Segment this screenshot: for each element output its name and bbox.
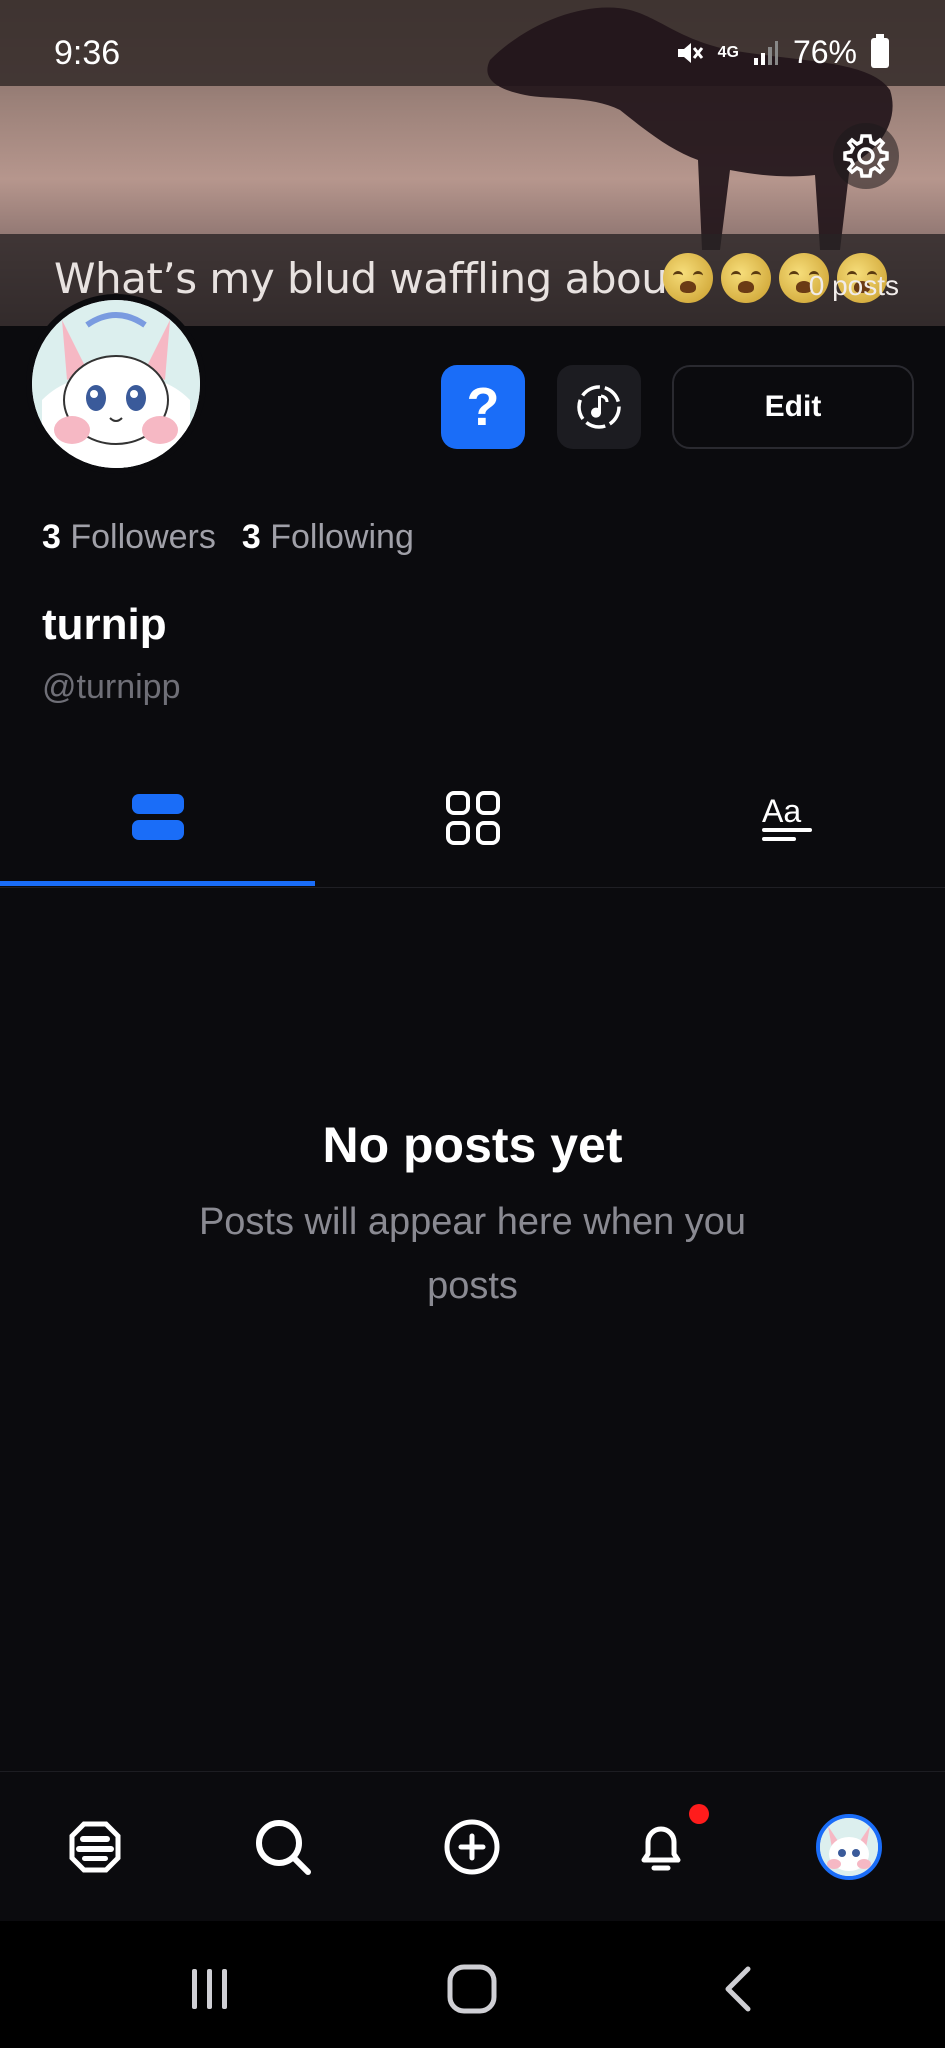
recent-apps-button[interactable] xyxy=(180,1959,240,2019)
notification-badge xyxy=(689,1804,709,1824)
back-chevron-icon xyxy=(725,1966,751,2012)
search-icon xyxy=(256,1820,311,1875)
gear-icon xyxy=(843,134,889,178)
battery-icon xyxy=(871,33,889,68)
empty-state-subtitle: Posts will appear here when you posts xyxy=(198,1201,747,1307)
nav-create[interactable] xyxy=(439,1814,505,1880)
followers-label: Followers xyxy=(70,518,216,556)
tab-text-posts[interactable]: Aa xyxy=(630,748,945,888)
create-post-icon xyxy=(444,1819,500,1875)
banner-caption: What’s my blud waffling about xyxy=(54,254,684,303)
active-tab-indicator xyxy=(0,881,315,886)
nav-notifications[interactable] xyxy=(628,1814,694,1880)
signal-icon xyxy=(753,40,778,65)
followers-count: 3 xyxy=(42,518,61,556)
svg-text:Aa: Aa xyxy=(762,793,801,829)
avatar-image xyxy=(32,300,200,468)
following-label: Following xyxy=(270,518,414,556)
profile-avatar[interactable] xyxy=(26,294,206,474)
crying-face-icon xyxy=(663,253,713,303)
nav-profile[interactable] xyxy=(816,1814,882,1880)
home-button[interactable] xyxy=(442,1959,502,2019)
music-button[interactable] xyxy=(557,365,641,449)
battery-percent: 76% xyxy=(792,34,857,70)
help-button[interactable]: ? xyxy=(441,365,525,449)
status-icons: 4G 76% xyxy=(674,33,889,71)
status-time: 9:36 xyxy=(54,34,121,72)
nav-home[interactable] xyxy=(62,1814,128,1880)
display-name: turnip xyxy=(42,600,167,649)
followers-link[interactable]: 3 Followers xyxy=(42,518,216,557)
profile-avatar-thumb xyxy=(816,1814,882,1880)
music-disc-icon xyxy=(577,385,621,429)
bottom-navigation xyxy=(0,1771,945,1921)
grid-view-icon xyxy=(445,791,500,845)
back-button[interactable] xyxy=(708,1959,768,2019)
mute-icon xyxy=(677,42,703,63)
recent-apps-icon xyxy=(192,1969,227,2009)
tab-list-view[interactable] xyxy=(0,748,315,888)
settings-button[interactable] xyxy=(833,123,899,189)
following-count: 3 xyxy=(241,518,261,556)
edit-profile-button[interactable]: Edit xyxy=(672,365,914,449)
notifications-bell-icon xyxy=(641,1826,681,1871)
posts-count: 0 posts xyxy=(808,270,899,301)
status-bar: 9:36 4G 76% xyxy=(0,0,945,86)
user-handle: @turnipp xyxy=(42,668,181,706)
empty-state-title: No posts yet xyxy=(322,1117,623,1173)
list-view-icon xyxy=(131,794,184,840)
home-hive-icon xyxy=(69,1821,121,1873)
text-posts-icon: Aa xyxy=(761,793,812,841)
system-navigation-bar xyxy=(0,1921,945,2048)
crying-face-icon xyxy=(721,253,771,303)
network-type-label: 4G xyxy=(717,43,739,61)
tab-grid-view[interactable] xyxy=(315,748,630,888)
following-link[interactable]: 3 Following xyxy=(242,518,414,557)
home-square-icon xyxy=(447,1964,497,2014)
profile-tabs: Aa xyxy=(0,748,945,888)
nav-search[interactable] xyxy=(250,1814,316,1880)
follow-stats: 3 Followers 3 Following xyxy=(42,518,414,557)
